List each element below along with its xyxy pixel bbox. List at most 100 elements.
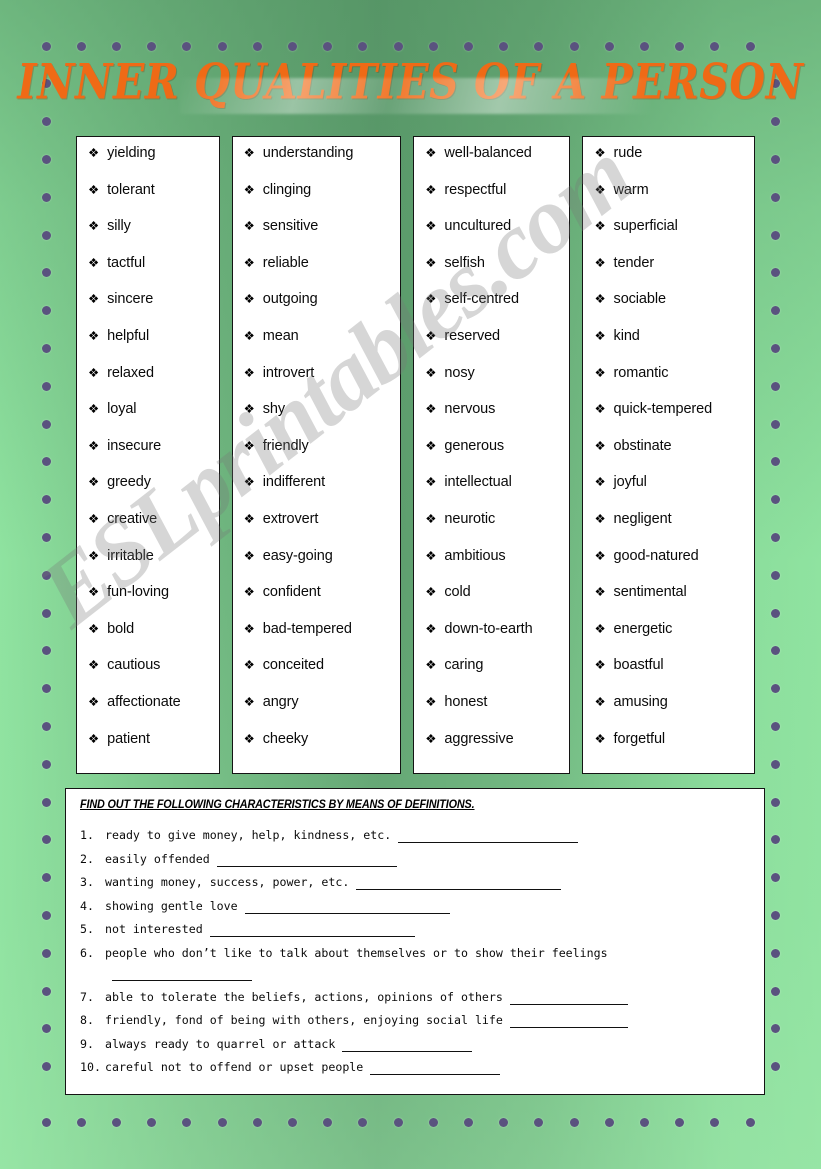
diamond-bullet-icon: ❖ (594, 146, 606, 160)
exercise-answer-blank[interactable] (209, 925, 415, 937)
word-item: ❖ negligent (583, 511, 754, 548)
exercise-answer-blank[interactable] (244, 902, 450, 914)
word-label: reserved (444, 327, 501, 344)
diamond-bullet-icon: ❖ (425, 219, 437, 234)
border-dot (358, 41, 368, 51)
border-dot (428, 1117, 438, 1127)
exercise-item-number: 9. (80, 1036, 94, 1051)
border-dot (41, 797, 51, 807)
word-item: ❖ warm (583, 182, 754, 219)
diamond-bullet-icon: ❖ (594, 731, 606, 746)
border-dot (323, 1117, 333, 1127)
word-label: angry (262, 693, 299, 710)
exercise-item: 9. always ready to quarrel or attack (80, 1037, 750, 1052)
word-label: loyal (107, 401, 137, 418)
border-dot (428, 41, 438, 51)
border-dot (770, 419, 780, 429)
diamond-bullet-icon: ❖ (243, 402, 255, 417)
diamond-bullet-icon: ❖ (88, 511, 100, 526)
border-dot (41, 117, 51, 127)
word-item: ❖ fun-loving (77, 584, 219, 621)
border-dot (41, 608, 51, 618)
word-item: ❖ sociable (583, 291, 754, 328)
border-dot (770, 495, 780, 505)
word-label: cheeky (262, 730, 309, 747)
exercise-list: 1. ready to give money, help, kindness, e… (80, 828, 750, 1075)
exercise-item-text: ready to give money, help, kindness, etc… (105, 828, 392, 842)
exercise-item-text: careful not to offend or upset people (105, 1060, 364, 1074)
border-dot (358, 1117, 368, 1127)
exercise-answer-blank[interactable] (356, 878, 562, 890)
word-item: ❖ tactful (77, 255, 219, 292)
exercise-item: 4. showing gentle love (80, 899, 750, 914)
word-column-2: ❖ understanding ❖ clinging ❖ sensitive ❖ reliab… (231, 136, 402, 774)
word-item: ❖ loyal (77, 401, 219, 438)
exercise-answer-blank[interactable] (216, 855, 397, 867)
word-item: ❖ introvert (233, 365, 401, 402)
border-dot (710, 41, 720, 51)
border-dot (41, 759, 51, 769)
word-item: ❖ friendly (233, 438, 401, 475)
border-dot (770, 1062, 780, 1072)
diamond-bullet-icon: ❖ (594, 328, 606, 343)
exercise-answer-blank[interactable] (509, 1016, 628, 1028)
exercise-answer-blank[interactable] (398, 831, 579, 843)
word-label: tolerant (107, 181, 155, 198)
word-item: ❖ respectful (414, 182, 569, 219)
word-label: rude (613, 145, 643, 161)
exercise-item: 8. friendly, fond of being with others, e… (80, 1013, 750, 1028)
exercise-item (80, 969, 750, 981)
word-label: amusing (613, 693, 668, 710)
diamond-bullet-icon: ❖ (243, 365, 255, 380)
word-item: ❖ down-to-earth (414, 621, 569, 658)
word-item: ❖ affectionate (77, 694, 219, 731)
word-label: superficial (613, 218, 678, 235)
word-label: conceited (262, 657, 324, 674)
diamond-bullet-icon: ❖ (594, 658, 606, 673)
border-dot (499, 1117, 509, 1127)
exercise-answer-blank[interactable] (370, 1063, 501, 1075)
diamond-bullet-icon: ❖ (88, 585, 100, 600)
word-label: introvert (262, 364, 315, 381)
border-dot (41, 268, 51, 278)
exercise-item-number: 3. (80, 875, 94, 889)
border-dot (770, 797, 780, 807)
border-dot (41, 1117, 51, 1127)
word-item: ❖ amusing (583, 694, 754, 731)
word-item: ❖ honest (414, 694, 569, 731)
word-item: ❖ understanding (233, 145, 401, 182)
word-label: neurotic (444, 510, 496, 527)
word-label: down-to-earth (444, 620, 533, 637)
exercise-item-text: easily offended (105, 851, 210, 866)
border-dot (604, 41, 614, 51)
word-item: ❖ silly (77, 218, 219, 255)
diamond-bullet-icon: ❖ (425, 658, 437, 673)
exercise-answer-blank[interactable] (509, 993, 628, 1005)
border-dot (770, 1024, 780, 1034)
diamond-bullet-icon: ❖ (243, 621, 255, 636)
word-item: ❖ well-balanced (414, 145, 569, 182)
border-dot (41, 1062, 51, 1072)
word-label: sentimental (613, 584, 687, 601)
word-item: ❖ nosy (414, 365, 569, 402)
exercise-item-number: 10. (80, 1060, 101, 1074)
border-dot (770, 230, 780, 240)
border-dot (463, 1117, 473, 1127)
word-label: tactful (107, 254, 146, 271)
border-dot (287, 41, 297, 51)
diamond-bullet-icon: ❖ (88, 475, 100, 490)
exercise-item-number: 5. (80, 922, 94, 936)
word-item: ❖ caring (414, 657, 569, 694)
diamond-bullet-icon: ❖ (243, 511, 255, 526)
exercise-answer-blank[interactable] (342, 1040, 473, 1052)
word-item: ❖ tender (583, 255, 754, 292)
word-item: ❖ reserved (414, 328, 569, 365)
word-item: ❖ generous (414, 438, 569, 475)
diamond-bullet-icon: ❖ (88, 292, 100, 307)
border-dot (76, 1117, 86, 1127)
diamond-bullet-icon: ❖ (425, 182, 437, 197)
word-item: ❖ mean (233, 328, 401, 365)
exercise-answer-blank[interactable] (112, 969, 252, 981)
word-label: aggressive (444, 730, 514, 747)
word-label: self-centred (444, 291, 519, 308)
